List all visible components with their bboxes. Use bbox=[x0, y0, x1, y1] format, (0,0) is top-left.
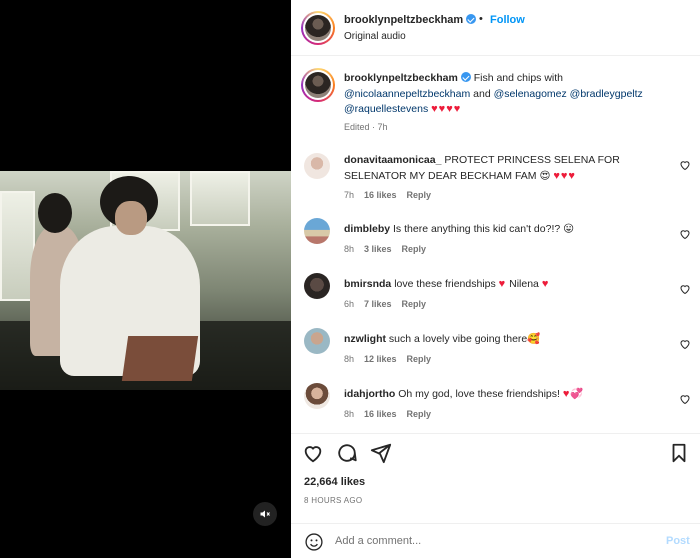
avatar[interactable] bbox=[304, 273, 330, 299]
comment-body: such a lovely vibe going there bbox=[388, 333, 528, 345]
avatar[interactable] bbox=[304, 218, 330, 244]
mention-link[interactable]: @raquellestevens bbox=[344, 103, 428, 115]
comment-meta: 8h 16 likes Reply bbox=[344, 409, 431, 419]
comment-time: 6h bbox=[344, 299, 355, 309]
comment-item: idahjortho Oh my god, love these friends… bbox=[291, 377, 700, 422]
avatar[interactable] bbox=[301, 11, 335, 45]
reply-button[interactable]: Reply bbox=[402, 244, 427, 254]
heart-emoji: ♥ bbox=[498, 278, 507, 290]
mention-link[interactable]: @selenagomez bbox=[494, 88, 567, 100]
caption-text: brooklynpeltzbeckham Fish and chips with… bbox=[344, 71, 674, 118]
heart-outline-icon[interactable] bbox=[679, 228, 691, 240]
video-scene-window bbox=[190, 171, 250, 226]
emoji: 😍 bbox=[539, 169, 551, 182]
speaker-muted-icon bbox=[260, 510, 270, 518]
video-frame[interactable] bbox=[0, 171, 291, 390]
video-scene-hair bbox=[38, 193, 72, 233]
comment-text: bmirsnda love these friendships ♥ Nilena… bbox=[344, 277, 662, 293]
post-caption: brooklynpeltzbeckham Fish and chips with… bbox=[291, 57, 700, 147]
comment-username[interactable]: dimbleby bbox=[344, 223, 390, 235]
comment-meta: 6h 7 likes Reply bbox=[344, 299, 426, 309]
post-actions: 22,664 likes 8 HOURS AGO bbox=[291, 433, 700, 513]
heart-outline-icon[interactable] bbox=[679, 283, 691, 295]
comment-username[interactable]: idahjortho bbox=[344, 388, 395, 400]
comment-item: bmirsnda love these friendships ♥ Nilena… bbox=[291, 267, 700, 312]
comment-text: donavitaamonicaa_ PROTECT PRINCESS SELEN… bbox=[344, 153, 662, 184]
post-header: brooklynpeltzbeckham • Follow Original a… bbox=[291, 0, 700, 56]
video-pane[interactable] bbox=[0, 0, 291, 558]
heart-emoji: ♥♥♥ bbox=[553, 169, 576, 182]
heart-outline-icon[interactable] bbox=[679, 338, 691, 350]
username-text[interactable]: brooklynpeltzbeckham bbox=[344, 14, 463, 26]
comment-body: Oh my god, love these friendships! bbox=[398, 388, 560, 400]
header-username[interactable]: brooklynpeltzbeckham bbox=[344, 14, 477, 26]
comment-body: love these friendships bbox=[394, 278, 496, 290]
comment-body-2: Nilena bbox=[509, 278, 539, 290]
emoji: 💞 bbox=[570, 388, 584, 400]
bookmark-icon[interactable] bbox=[668, 442, 690, 464]
emoji-picker-icon[interactable] bbox=[304, 532, 324, 552]
mention-link[interactable]: @bradleygpeltz bbox=[570, 88, 643, 100]
caption-body: Fish and chips with bbox=[473, 72, 563, 84]
comment-time: 7h bbox=[344, 190, 355, 200]
comment-time: 8h bbox=[344, 409, 355, 419]
like-heart-icon[interactable] bbox=[302, 442, 324, 464]
caption-meta: Edited · 7h bbox=[344, 122, 388, 132]
comment-meta: 7h 16 likes Reply bbox=[344, 190, 431, 200]
comment-text: idahjortho Oh my god, love these friends… bbox=[344, 387, 662, 403]
reply-button[interactable]: Reply bbox=[407, 409, 432, 419]
comment-likes[interactable]: 16 likes bbox=[364, 409, 397, 419]
comment-body: Is there anything this kid can't do?!? bbox=[393, 223, 561, 235]
heart-emoji: ♥♥♥♥ bbox=[431, 103, 462, 115]
post-timestamp: 8 HOURS AGO bbox=[304, 496, 363, 505]
mention-link[interactable]: @nicolaannepeltzbeckham bbox=[344, 88, 470, 100]
comments-list[interactable]: brooklynpeltzbeckham Fish and chips with… bbox=[291, 57, 700, 433]
heart-outline-icon[interactable] bbox=[679, 159, 691, 171]
caption-and: and bbox=[473, 87, 491, 100]
post-panel: brooklynpeltzbeckham • Follow Original a… bbox=[291, 0, 700, 558]
comment-bubble-icon[interactable] bbox=[336, 442, 358, 464]
comment-item: donavitaamonicaa_ PROTECT PRINCESS SELEN… bbox=[291, 147, 700, 202]
post-button[interactable]: Post bbox=[666, 535, 690, 547]
avatar[interactable] bbox=[304, 153, 330, 179]
video-scene-face bbox=[115, 201, 147, 235]
comment-username[interactable]: nzwlight bbox=[344, 333, 386, 345]
caption-username[interactable]: brooklynpeltzbeckham bbox=[344, 72, 458, 84]
comment-meta: 8h 3 likes Reply bbox=[344, 244, 426, 254]
heart-outline-icon[interactable] bbox=[679, 393, 691, 405]
emoji: 😛 bbox=[563, 223, 575, 235]
mute-button[interactable] bbox=[253, 502, 277, 526]
emoji: 🥰 bbox=[527, 333, 541, 345]
comment-likes[interactable]: 7 likes bbox=[364, 299, 392, 309]
comment-time: 8h bbox=[344, 354, 355, 364]
comment-meta: 8h 12 likes Reply bbox=[344, 354, 431, 364]
comment-text: nzwlight such a lovely vibe going there🥰 bbox=[344, 332, 662, 348]
reply-button[interactable]: Reply bbox=[407, 190, 432, 200]
comment-composer: Post bbox=[291, 523, 700, 558]
reply-button[interactable]: Reply bbox=[402, 299, 427, 309]
comment-item: dimbleby Is there anything this kid can'… bbox=[291, 212, 700, 257]
separator-dot: • bbox=[479, 13, 483, 25]
heart-emoji: ♥ bbox=[541, 278, 550, 290]
follow-button[interactable]: Follow bbox=[490, 14, 525, 26]
verified-badge-icon bbox=[466, 14, 477, 24]
comment-username[interactable]: donavitaamonicaa_ bbox=[344, 154, 441, 166]
comment-item: nzwlight such a lovely vibe going there🥰… bbox=[291, 322, 700, 367]
avatar[interactable] bbox=[304, 328, 330, 354]
comment-likes[interactable]: 12 likes bbox=[364, 354, 397, 364]
like-count[interactable]: 22,664 likes bbox=[304, 476, 365, 488]
avatar[interactable] bbox=[304, 383, 330, 409]
comment-likes[interactable]: 16 likes bbox=[364, 190, 397, 200]
share-send-icon[interactable] bbox=[370, 442, 392, 464]
comment-username[interactable]: bmirsnda bbox=[344, 278, 391, 290]
audio-link[interactable]: Original audio bbox=[344, 31, 406, 42]
avatar[interactable] bbox=[301, 68, 335, 102]
comment-likes[interactable]: 3 likes bbox=[364, 244, 392, 254]
video-scene-board bbox=[121, 336, 199, 381]
comment-time: 8h bbox=[344, 244, 355, 254]
verified-badge-icon bbox=[460, 72, 471, 82]
comment-text: dimbleby Is there anything this kid can'… bbox=[344, 222, 662, 238]
reply-button[interactable]: Reply bbox=[407, 354, 432, 364]
comment-input[interactable] bbox=[335, 532, 635, 550]
